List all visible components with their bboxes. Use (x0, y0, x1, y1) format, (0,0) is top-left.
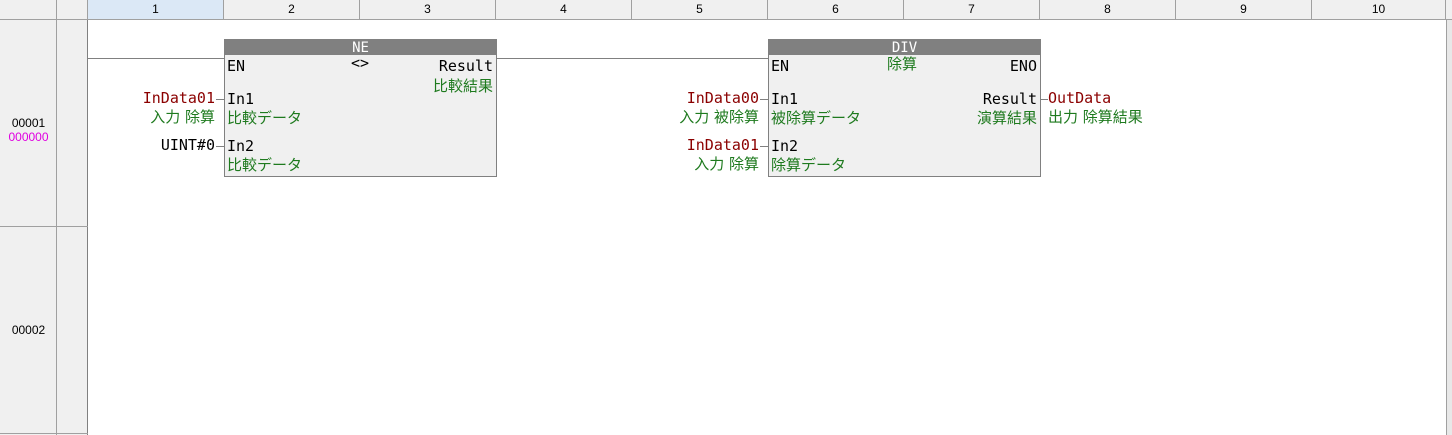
div-en-pin: EN (771, 57, 790, 75)
column-header-6[interactable]: 6 (768, 0, 904, 19)
div-out-variable-comment: 出力 除算結果 (1048, 108, 1143, 126)
div-result-pin: Result (982, 90, 1037, 108)
header-rail-corner (57, 0, 88, 19)
div-block-title: DIV (769, 40, 1040, 55)
column-header-5[interactable]: 5 (632, 0, 768, 19)
column-header-9[interactable]: 9 (1176, 0, 1312, 19)
div-in2-pin: In2 (771, 137, 799, 155)
column-header-2[interactable]: 2 (224, 0, 360, 19)
div-in1-comment: 被除算データ (771, 109, 862, 127)
div-in1-pin: In1 (771, 90, 799, 108)
rung-address: 000000 (8, 130, 49, 144)
left-power-rail (57, 20, 88, 435)
ne-function-block[interactable]: NE EN <> Result 比較結果 In1 比較データ In2 比較データ (224, 39, 497, 177)
column-header-1[interactable]: 1 (88, 0, 224, 19)
div-in2-variable[interactable]: InData01 (687, 136, 759, 155)
div-in2-connector (760, 146, 768, 147)
column-header-7[interactable]: 7 (904, 0, 1040, 19)
div-function-block[interactable]: DIV EN 除算 ENO In1 被除算データ Result 演算結果 In2… (768, 39, 1041, 177)
ne-in2-comment: 比較データ (227, 156, 303, 174)
ne-in2-constant[interactable]: UINT#0 (161, 136, 215, 155)
div-in1-variable-comment: 入力 被除算 (679, 108, 759, 126)
column-header-3[interactable]: 3 (360, 0, 496, 19)
div-block-comment: 除算 (887, 55, 918, 73)
div-eno-pin: ENO (1009, 57, 1037, 75)
ne-en-pin: EN (227, 57, 246, 75)
vertical-scrollbar[interactable] (1446, 20, 1452, 435)
ne-in2-connector (216, 146, 224, 147)
rung-separator (0, 226, 88, 227)
column-header-4[interactable]: 4 (496, 0, 632, 19)
ne-in1-variable[interactable]: InData01 (143, 89, 215, 108)
ne-in2-pin: In2 (227, 137, 255, 155)
ne-result-comment: 比較結果 (432, 77, 493, 95)
rung-number-gutter (0, 20, 57, 435)
header-corner (0, 0, 57, 19)
rung-2-area[interactable] (88, 227, 1446, 433)
ne-block-title: NE (225, 40, 496, 55)
div-result-comment: 演算結果 (976, 109, 1037, 127)
div-in1-connector (760, 99, 768, 100)
ne-in1-pin: In1 (227, 90, 255, 108)
ne-symbol: <> (351, 54, 370, 72)
column-header-8[interactable]: 8 (1040, 0, 1176, 19)
div-in1-variable[interactable]: InData00 (687, 89, 759, 108)
div-out-variable[interactable]: OutData (1048, 89, 1111, 108)
rung-number[interactable]: 00001 (0, 116, 57, 130)
ne-result-pin: Result (438, 57, 493, 75)
div-in2-variable-comment: 入力 除算 (694, 155, 759, 173)
column-header-10[interactable]: 10 (1312, 0, 1446, 19)
div-in2-comment: 除算データ (771, 156, 847, 174)
rung-number[interactable]: 00002 (0, 323, 57, 337)
ne-in1-connector (216, 99, 224, 100)
ne-in1-variable-comment: 入力 除算 (150, 108, 215, 126)
ne-in1-comment: 比較データ (227, 109, 303, 127)
rung-separator (0, 433, 88, 434)
column-header-bar: 1 2 3 4 5 6 7 8 9 10 (0, 0, 1452, 20)
div-out-connector (1040, 99, 1048, 100)
